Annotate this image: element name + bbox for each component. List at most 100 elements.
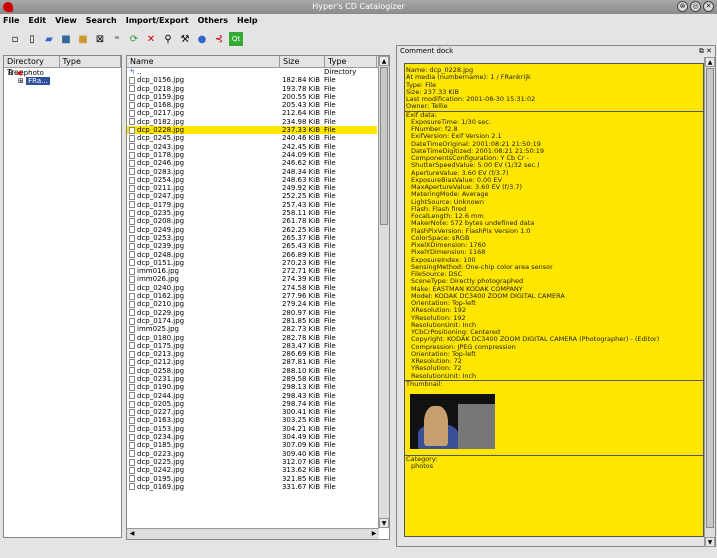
- file-row[interactable]: dcp_0162.jpg 277.96 KiB File: [127, 292, 377, 300]
- file-row[interactable]: dcp_0179.jpg 257.43 KiB File: [127, 201, 377, 209]
- file-row[interactable]: dcp_0212.jpg 287.81 KiB File: [127, 358, 377, 366]
- file-list-hscroll[interactable]: ◀ ▶: [127, 528, 379, 539]
- file-row[interactable]: dcp_0156.jpg 182.84 KiB File: [127, 76, 377, 84]
- qt-icon[interactable]: Qt: [229, 32, 243, 46]
- header-size[interactable]: Size: [280, 56, 325, 67]
- menu-item-6[interactable]: Help: [237, 14, 258, 27]
- file-row[interactable]: dcp_0253.jpg 265.37 KiB File: [127, 234, 377, 242]
- file-row[interactable]: dcp_0231.jpg 289.58 KiB File: [127, 375, 377, 383]
- file-row[interactable]: dcp_0248.jpg 266.89 KiB File: [127, 251, 377, 259]
- file-row[interactable]: dcp_0239.jpg 265.43 KiB File: [127, 242, 377, 250]
- dock-title-bar[interactable]: Comment dock ⧉ ✕: [397, 46, 715, 57]
- dock-scroll-down-icon[interactable]: ▼: [705, 537, 715, 547]
- delete-icon[interactable]: ✕: [144, 32, 158, 46]
- menu-item-2[interactable]: View: [55, 14, 77, 27]
- header-name[interactable]: Name: [127, 56, 280, 67]
- file-row[interactable]: dcp_0234.jpg 304.49 KiB File: [127, 433, 377, 441]
- file-row[interactable]: dcp_0244.jpg 298.43 KiB File: [127, 392, 377, 400]
- file-row[interactable]: dcp_0235.jpg 258.11 KiB File: [127, 209, 377, 217]
- file-row[interactable]: dcp_0218.jpg 193.78 KiB File: [127, 85, 377, 93]
- tree-node-child[interactable]: ⊞ FRa...: [4, 77, 121, 85]
- scan-icon[interactable]: ꟹ: [110, 32, 124, 46]
- file-row[interactable]: dcp_0245.jpg 240.46 KiB File: [127, 134, 377, 142]
- file-row[interactable]: dcp_0249.jpg 262.25 KiB File: [127, 226, 377, 234]
- file-row[interactable]: dcp_0227.jpg 300.41 KiB File: [127, 408, 377, 416]
- file-row[interactable]: dcp_0159.jpg 200.55 KiB File: [127, 93, 377, 101]
- file-row[interactable]: dcp_0211.jpg 249.92 KiB File: [127, 184, 377, 192]
- save-as-icon[interactable]: ■: [76, 32, 90, 46]
- menu-item-0[interactable]: File: [3, 14, 19, 27]
- file-row[interactable]: dcp_0151.jpg 270.23 KiB File: [127, 259, 377, 267]
- file-row[interactable]: dcp_0242.jpg 313.62 KiB File: [127, 466, 377, 474]
- title-bar[interactable]: Hyper's CD Catalogizer ⊗ ◎ ✕: [0, 0, 717, 14]
- file-row[interactable]: dcp_0213.jpg 286.69 KiB File: [127, 350, 377, 358]
- dock-vscroll[interactable]: ▲ ▼: [704, 57, 715, 547]
- file-row[interactable]: dcp_0153.jpg 304.21 KiB File: [127, 425, 377, 433]
- file-row[interactable]: dcp_0175.jpg 283.47 KiB File: [127, 342, 377, 350]
- file-row[interactable]: dcp_0246.jpg 246.62 KiB File: [127, 159, 377, 167]
- file-row[interactable]: dcp_0182.jpg 234.98 KiB File: [127, 118, 377, 126]
- file-row[interactable]: dcp_0225.jpg 312.07 KiB File: [127, 458, 377, 466]
- close-catalog-icon[interactable]: ⊠: [93, 32, 107, 46]
- file-row[interactable]: dcp_0243.jpg 242.45 KiB File: [127, 143, 377, 151]
- scroll-thumb[interactable]: [380, 67, 388, 225]
- file-row[interactable]: dcp_0229.jpg 280.97 KiB File: [127, 309, 377, 317]
- file-row[interactable]: dcp_0208.jpg 261.78 KiB File: [127, 217, 377, 225]
- file-row[interactable]: dcp_0190.jpg 298.13 KiB File: [127, 383, 377, 391]
- header-directory-tree[interactable]: Directory Tree: [4, 56, 60, 77]
- file-row[interactable]: dcp_0163.jpg 303.25 KiB File: [127, 416, 377, 424]
- file-row[interactable]: dcp_0205.jpg 298.74 KiB File: [127, 400, 377, 408]
- scroll-up-icon[interactable]: ▲: [379, 56, 389, 66]
- file-row[interactable]: dcp_0247.jpg 252.25 KiB File: [127, 192, 377, 200]
- file-row[interactable]: dcp_0180.jpg 282.78 KiB File: [127, 334, 377, 342]
- maximize-icon[interactable]: ◎: [690, 1, 701, 12]
- collapse-icon[interactable]: ⊟: [8, 69, 14, 77]
- folder-icon[interactable]: ▰: [42, 32, 56, 46]
- search-icon[interactable]: ⚲: [161, 32, 175, 46]
- menu-item-5[interactable]: Others: [198, 14, 228, 27]
- expand-icon[interactable]: ⊞: [18, 77, 24, 85]
- dock-float-close-icon[interactable]: ⧉ ✕: [699, 46, 712, 57]
- scroll-left-icon[interactable]: ◀: [127, 529, 137, 539]
- menu-item-1[interactable]: Edit: [28, 14, 46, 27]
- file-row[interactable]: dcp_0195.jpg 321.85 KiB File: [127, 475, 377, 483]
- header-type[interactable]: Type: [325, 56, 377, 67]
- file-row[interactable]: dcp_0210.jpg 279.24 KiB File: [127, 300, 377, 308]
- file-row[interactable]: dcp_0217.jpg 212.64 KiB File: [127, 109, 377, 117]
- settings-icon[interactable]: ⚒: [178, 32, 192, 46]
- dock-scroll-thumb[interactable]: [706, 68, 714, 528]
- file-row[interactable]: imm025.jpg 282.73 KiB File: [127, 325, 377, 333]
- help-icon[interactable]: ●: [195, 32, 209, 46]
- save-icon[interactable]: ■: [59, 32, 73, 46]
- file-row[interactable]: dcp_0178.jpg 244.09 KiB File: [127, 151, 377, 159]
- file-row[interactable]: dcp_0283.jpg 248.34 KiB File: [127, 168, 377, 176]
- header-type[interactable]: Type: [60, 56, 121, 67]
- file-row[interactable]: dcp_0174.jpg 281.85 KiB File: [127, 317, 377, 325]
- open-icon[interactable]: ▯: [25, 32, 39, 46]
- file-row[interactable]: dcp_0185.jpg 307.09 KiB File: [127, 441, 377, 449]
- file-row[interactable]: dcp_0228.jpg 237.33 KiB File: [127, 126, 377, 135]
- ring-icon[interactable]: ⊰: [212, 32, 226, 46]
- file-row[interactable]: imm016.jpg 272.71 KiB File: [127, 267, 377, 275]
- new-icon[interactable]: ▫: [8, 32, 22, 46]
- file-list-vscroll[interactable]: ▲ ▼: [378, 56, 389, 528]
- refresh-icon[interactable]: ⟳: [127, 32, 141, 46]
- file-row[interactable]: dcp_0240.jpg 274.58 KiB File: [127, 284, 377, 292]
- minimize-icon[interactable]: ⊗: [677, 1, 688, 12]
- file-row[interactable]: ↰.. Directory: [127, 68, 377, 76]
- file-row[interactable]: dcp_0254.jpg 248.63 KiB File: [127, 176, 377, 184]
- file-row[interactable]: dcp_0168.jpg 205.43 KiB File: [127, 101, 377, 109]
- file-row[interactable]: dcp_0169.jpg 331.67 KiB File: [127, 483, 377, 491]
- file-row[interactable]: dcp_0258.jpg 288.10 KiB File: [127, 367, 377, 375]
- file-row[interactable]: dcp_0223.jpg 309.40 KiB File: [127, 450, 377, 458]
- menu-item-3[interactable]: Search: [86, 14, 117, 27]
- file-icon: [127, 151, 137, 159]
- file-row[interactable]: imm026.jpg 274.39 KiB File: [127, 275, 377, 283]
- scroll-right-icon[interactable]: ▶: [369, 529, 379, 539]
- tree-node-root[interactable]: ⊟ ◀ photo: [4, 68, 121, 77]
- dock-scroll-up-icon[interactable]: ▲: [705, 57, 715, 67]
- file-size: 331.67 KiB: [281, 482, 320, 491]
- menu-item-4[interactable]: Import/Export: [126, 14, 189, 27]
- close-icon[interactable]: ✕: [703, 1, 714, 12]
- scroll-down-icon[interactable]: ▼: [379, 518, 389, 528]
